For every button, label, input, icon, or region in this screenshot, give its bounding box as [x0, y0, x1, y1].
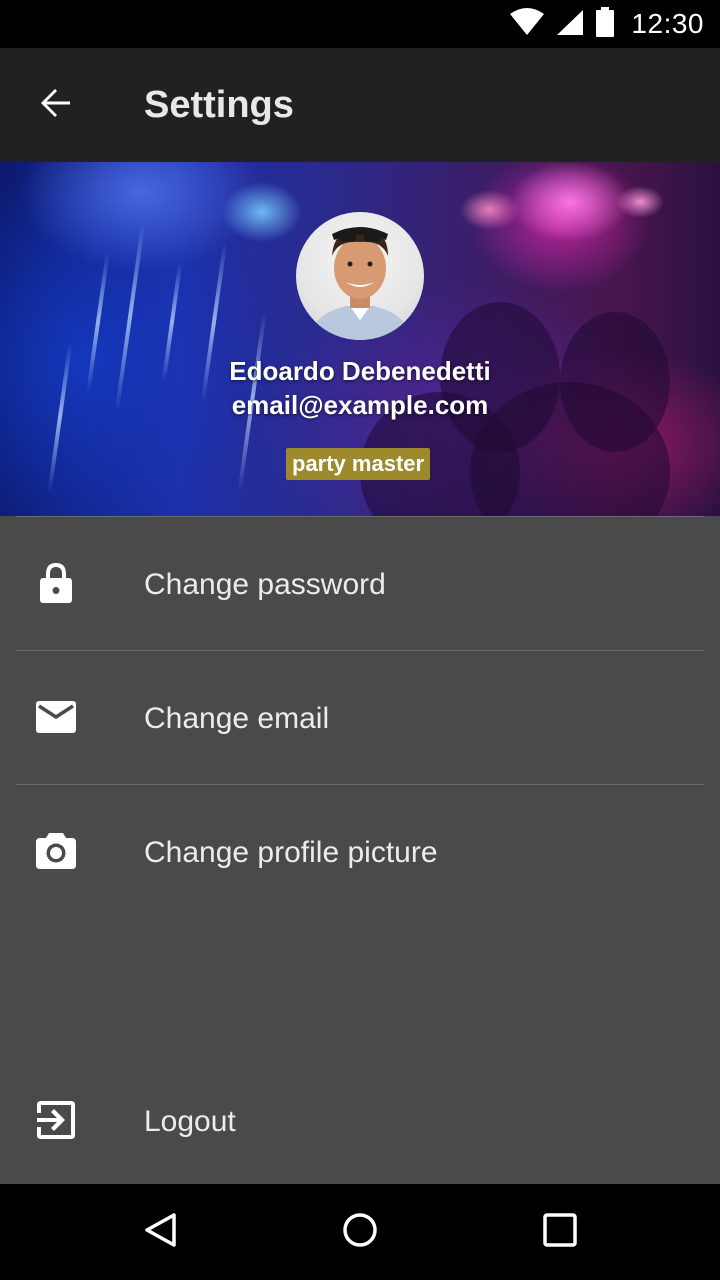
status-icons: 12:30	[509, 0, 704, 48]
status-badge: party master	[286, 448, 431, 480]
status-time: 12:30	[631, 8, 704, 39]
camera-icon	[36, 831, 76, 871]
back-button[interactable]	[24, 73, 88, 137]
battery-icon	[595, 6, 615, 42]
nav-home-button[interactable]	[328, 1200, 392, 1264]
change-password-label: Change password	[144, 568, 386, 601]
user-email: email@example.com	[231, 390, 489, 420]
navigation-bar	[0, 1184, 720, 1280]
exit-icon	[36, 1100, 76, 1140]
avatar-photo	[306, 227, 414, 340]
logout-label: Logout	[144, 1105, 236, 1138]
nav-recents-icon	[543, 1212, 577, 1252]
avatar[interactable]	[296, 212, 424, 340]
change-profile-picture-label: Change profile picture	[144, 836, 438, 869]
change-email-item[interactable]: Change email	[0, 651, 720, 784]
change-password-item[interactable]: Change password	[0, 517, 720, 650]
app-bar: Settings	[0, 48, 720, 162]
profile-header: Edoardo Debenedetti email@example.com pa…	[0, 162, 720, 516]
change-profile-picture-item[interactable]: Change profile picture	[0, 785, 720, 918]
mail-icon	[36, 697, 76, 737]
page-title: Settings	[144, 84, 294, 126]
user-name: Edoardo Debenedetti	[229, 356, 491, 386]
nav-home-icon	[342, 1212, 378, 1253]
change-email-label: Change email	[144, 702, 330, 735]
cellular-signal-icon	[555, 8, 585, 41]
nav-recents-button[interactable]	[528, 1200, 592, 1264]
wifi-icon	[509, 7, 545, 41]
nav-back-button[interactable]	[128, 1200, 192, 1264]
settings-screen: 12:30 Settings Edoardo Debenedetti email…	[0, 0, 720, 1280]
status-bar: 12:30	[0, 0, 720, 48]
nav-back-icon	[143, 1212, 177, 1253]
lock-icon	[36, 563, 76, 603]
arrow-back-icon	[38, 85, 74, 126]
logout-item[interactable]: Logout	[0, 1054, 720, 1187]
